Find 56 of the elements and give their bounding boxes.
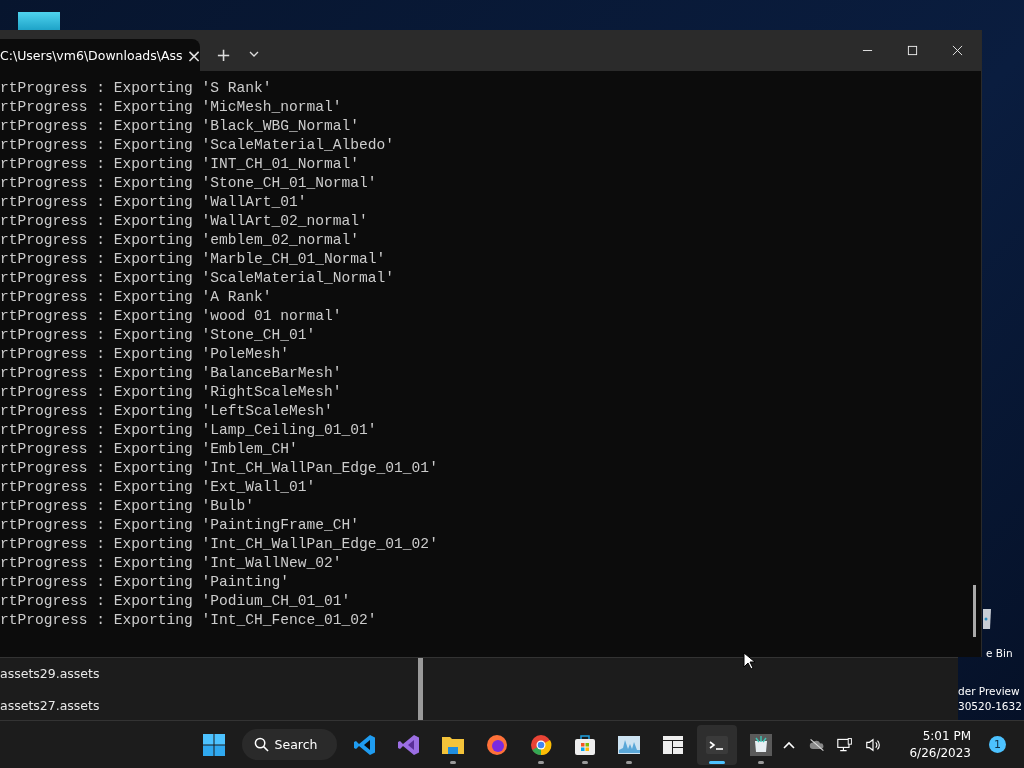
console-line: rtProgress : Exporting 'MicMesh_normal' [0, 98, 343, 117]
desktop-label[interactable]: 30520-1632 [958, 700, 1022, 712]
package-icon [749, 732, 774, 757]
visual-studio-icon [397, 732, 422, 757]
clock-button[interactable]: 5:01 PM 6/26/2023 [903, 726, 977, 763]
code-editor-icon [353, 732, 378, 757]
console-line: rtProgress : Exporting 'emblem_02_normal' [0, 231, 361, 250]
console-line: rtProgress : Exporting 'RightScaleMesh' [0, 383, 343, 402]
console-line: rtProgress : Exporting 'Podium_CH_01_01' [0, 592, 352, 611]
search-button[interactable]: Search [241, 729, 338, 760]
terminal-app-button[interactable] [697, 724, 738, 765]
console-line: rtProgress : Exporting 'Int_CH_Fence_01_02' [0, 611, 378, 630]
console-line: rtProgress : Exporting 'wood 01 normal' [0, 307, 343, 326]
console-line: rtProgress : Exporting 'Lamp_Ceiling_01_01' [0, 421, 378, 440]
desktop-label[interactable]: e Bin [986, 647, 1013, 659]
console-line: rtProgress : Exporting 'Int_CH_WallPan_Edge_01_02' [0, 535, 439, 554]
console-line: rtProgress : Exporting 'A Rank' [0, 288, 273, 307]
console-line: rtProgress : Exporting 'ScaleMaterial_Albedo' [0, 136, 396, 155]
console-line: rtProgress : Exporting 'LeftScaleMesh' [0, 402, 334, 421]
console-line: rtProgress : Exporting 'PoleMesh' [0, 345, 290, 364]
store-bag-icon [573, 732, 598, 757]
console-line: rtProgress : Exporting 'PaintingFrame_CH' [0, 516, 361, 535]
browser-icon [485, 732, 510, 757]
console-line: rtProgress : Exporting 'ScaleMaterial_Normal' [0, 269, 396, 288]
dropdown-icon[interactable] [249, 51, 260, 57]
console-line: rtProgress : Exporting 'Marble_CH_01_Normal' [0, 250, 387, 269]
console-line: rtProgress : Exporting 'WallArt_02_normal' [0, 212, 369, 231]
chrome-icon [529, 732, 554, 757]
volume-icon[interactable] [865, 736, 882, 753]
new-tab-button[interactable]: + [212, 44, 236, 65]
start-icon[interactable] [201, 732, 226, 757]
scrollbar[interactable] [418, 658, 423, 721]
desktop-label[interactable]: der Preview [958, 685, 1020, 697]
console-line: rtProgress : Exporting 'Int_CH_WallPan_Edge_01_01' [0, 459, 439, 478]
search-icon [253, 737, 269, 752]
console-line: rtProgress : Exporting 'Bulb' [0, 497, 255, 516]
cloud-off-icon[interactable] [809, 736, 826, 753]
terminal-tab[interactable]: C:\Users\vm6\Downloads\Ass × [0, 39, 200, 71]
console-line: rtProgress : Exporting 'Ext_Wall_01' [0, 478, 317, 497]
console-line: rtProgress : Exporting 'Stone_CH_01_Normal' [0, 174, 378, 193]
scrollbar[interactable] [973, 585, 976, 637]
network-icon[interactable] [837, 736, 854, 753]
console-line: rtProgress : Exporting 'Emblem_CH' [0, 440, 299, 459]
file-item[interactable]: assets27.assets [0, 690, 418, 722]
notification-badge[interactable]: 1 [989, 736, 1006, 753]
console-line: rtProgress : Exporting 'Black_WBG_Normal' [0, 117, 361, 136]
close-icon[interactable] [952, 45, 963, 56]
console-line: rtProgress : Exporting 'Int_WallNew_02' [0, 554, 343, 573]
console-line: rtProgress : Exporting 'Stone_CH_01' [0, 326, 317, 345]
console-line: rtProgress : Exporting 'WallArt_01' [0, 193, 308, 212]
file-item[interactable]: assets29.assets [0, 658, 418, 690]
console-line: rtProgress : Exporting 'Painting' [0, 573, 290, 592]
maximize-icon[interactable] [907, 45, 918, 56]
console-line: rtProgress : Exporting 'BalanceBarMesh' [0, 364, 343, 383]
console-line: rtProgress : Exporting 'INT_CH_01_Normal' [0, 155, 361, 174]
console-line: rtProgress : Exporting 'S Rank' [0, 79, 273, 98]
